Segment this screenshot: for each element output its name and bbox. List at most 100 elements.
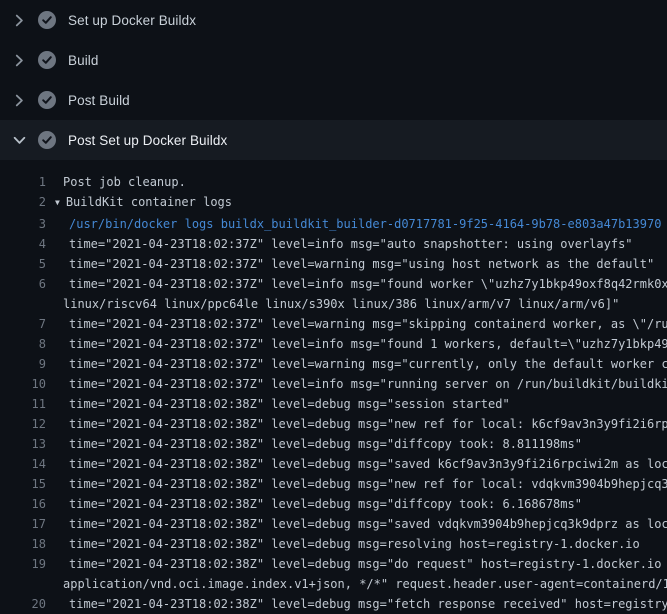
line-number[interactable]: 3 bbox=[0, 214, 46, 234]
log-viewer: 1 Post job cleanup. 2 ▼ BuildKit containe… bbox=[0, 160, 667, 614]
log-text: time="2021-04-23T18:02:38Z" level=debug … bbox=[69, 497, 582, 511]
log-text: time="2021-04-23T18:02:37Z" level=info m… bbox=[69, 237, 633, 251]
line-number[interactable] bbox=[0, 574, 46, 594]
line-number[interactable]: 14 bbox=[0, 454, 46, 474]
log-line-content: time="2021-04-23T18:02:37Z" level=info m… bbox=[46, 274, 667, 294]
log-group-label[interactable]: BuildKit container logs bbox=[66, 195, 232, 209]
log-text: time="2021-04-23T18:02:37Z" level=info m… bbox=[69, 377, 667, 391]
line-number[interactable]: 15 bbox=[0, 474, 46, 494]
log-line-content: time="2021-04-23T18:02:38Z" level=debug … bbox=[46, 534, 640, 554]
line-number[interactable]: 6 bbox=[0, 274, 46, 294]
check-circle-icon bbox=[37, 50, 57, 70]
line-number[interactable]: 13 bbox=[0, 434, 46, 454]
line-number[interactable]: 8 bbox=[0, 334, 46, 354]
chevron-right-icon bbox=[13, 54, 25, 66]
log-text: time="2021-04-23T18:02:38Z" level=debug … bbox=[69, 537, 640, 551]
line-number[interactable]: 1 bbox=[0, 172, 46, 192]
log-line-content: time="2021-04-23T18:02:38Z" level=debug … bbox=[46, 474, 667, 494]
log-line-content: linux/riscv64 linux/ppc64le linux/s390x … bbox=[46, 294, 619, 314]
line-number[interactable]: 20 bbox=[0, 594, 46, 614]
log-line: 11 time="2021-04-23T18:02:38Z" level=deb… bbox=[0, 394, 667, 414]
log-line: 9 time="2021-04-23T18:02:37Z" level=warn… bbox=[0, 354, 667, 374]
chevron-down-icon bbox=[13, 134, 25, 146]
log-text: time="2021-04-23T18:02:38Z" level=debug … bbox=[69, 597, 667, 611]
log-line: 15 time="2021-04-23T18:02:38Z" level=deb… bbox=[0, 474, 667, 494]
log-line: 20 time="2021-04-23T18:02:38Z" level=deb… bbox=[0, 594, 667, 614]
step-label: Post Build bbox=[68, 93, 130, 108]
log-line-content: time="2021-04-23T18:02:37Z" level=info m… bbox=[46, 234, 633, 254]
log-text: time="2021-04-23T18:02:38Z" level=debug … bbox=[69, 437, 582, 451]
collapse-caret-icon[interactable]: ▼ bbox=[55, 193, 60, 213]
line-number[interactable]: 2 bbox=[0, 192, 46, 214]
log-line: 2 ▼ BuildKit container logs bbox=[0, 192, 667, 214]
line-number[interactable]: 10 bbox=[0, 374, 46, 394]
log-line-content: time="2021-04-23T18:02:38Z" level=debug … bbox=[46, 454, 667, 474]
log-text: time="2021-04-23T18:02:38Z" level=debug … bbox=[69, 557, 667, 571]
step-row-set-up-docker-buildx[interactable]: Set up Docker Buildx bbox=[0, 0, 667, 40]
log-line: 6 time="2021-04-23T18:02:37Z" level=info… bbox=[0, 274, 667, 294]
log-line: 16 time="2021-04-23T18:02:38Z" level=deb… bbox=[0, 494, 667, 514]
log-line: 18 time="2021-04-23T18:02:38Z" level=deb… bbox=[0, 534, 667, 554]
log-line-content: time="2021-04-23T18:02:38Z" level=debug … bbox=[46, 394, 510, 414]
log-line-content: /usr/bin/docker logs buildx_buildkit_bui… bbox=[46, 214, 661, 234]
log-line-content: Post job cleanup. bbox=[46, 172, 186, 192]
line-number[interactable]: 9 bbox=[0, 354, 46, 374]
log-line: 14 time="2021-04-23T18:02:38Z" level=deb… bbox=[0, 454, 667, 474]
log-line-content: time="2021-04-23T18:02:38Z" level=debug … bbox=[46, 494, 582, 514]
line-number[interactable]: 18 bbox=[0, 534, 46, 554]
log-text: time="2021-04-23T18:02:37Z" level=info m… bbox=[69, 337, 667, 351]
log-line: 12 time="2021-04-23T18:02:38Z" level=deb… bbox=[0, 414, 667, 434]
log-line-content: time="2021-04-23T18:02:37Z" level=warnin… bbox=[46, 354, 667, 374]
log-line: 5 time="2021-04-23T18:02:37Z" level=warn… bbox=[0, 254, 667, 274]
steps-list: Set up Docker Buildx Build Post Buil bbox=[0, 0, 667, 160]
check-circle-icon bbox=[37, 90, 57, 110]
log-text: time="2021-04-23T18:02:37Z" level=warnin… bbox=[69, 317, 667, 331]
log-text: time="2021-04-23T18:02:38Z" level=debug … bbox=[69, 477, 667, 491]
line-number[interactable]: 16 bbox=[0, 494, 46, 514]
log-line-content: time="2021-04-23T18:02:38Z" level=debug … bbox=[46, 554, 667, 574]
line-number[interactable]: 17 bbox=[0, 514, 46, 534]
chevron-right-icon bbox=[13, 14, 25, 26]
log-line-content: time="2021-04-23T18:02:37Z" level=info m… bbox=[46, 374, 667, 394]
line-number[interactable]: 5 bbox=[0, 254, 46, 274]
log-line-content: application/vnd.oci.image.index.v1+json,… bbox=[46, 574, 667, 594]
log-line-content: time="2021-04-23T18:02:38Z" level=debug … bbox=[46, 514, 667, 534]
log-text: time="2021-04-23T18:02:38Z" level=debug … bbox=[69, 417, 667, 431]
log-line-content: time="2021-04-23T18:02:37Z" level=info m… bbox=[46, 334, 667, 354]
log-line: 10 time="2021-04-23T18:02:37Z" level=inf… bbox=[0, 374, 667, 394]
command-text: /usr/bin/docker logs buildx_buildkit_bui… bbox=[69, 217, 661, 231]
log-line-content: ▼ BuildKit container logs bbox=[46, 192, 232, 214]
log-text: application/vnd.oci.image.index.v1+json,… bbox=[63, 577, 667, 591]
log-line: 3 /usr/bin/docker logs buildx_buildkit_b… bbox=[0, 214, 667, 234]
log-text: time="2021-04-23T18:02:37Z" level=warnin… bbox=[69, 357, 667, 371]
line-number[interactable]: 11 bbox=[0, 394, 46, 414]
log-line: 17 time="2021-04-23T18:02:38Z" level=deb… bbox=[0, 514, 667, 534]
line-number[interactable]: 12 bbox=[0, 414, 46, 434]
step-row-post-build[interactable]: Post Build bbox=[0, 80, 667, 120]
log-line: linux/riscv64 linux/ppc64le linux/s390x … bbox=[0, 294, 667, 314]
line-number[interactable]: 7 bbox=[0, 314, 46, 334]
log-line-content: time="2021-04-23T18:02:37Z" level=warnin… bbox=[46, 314, 667, 334]
log-text: time="2021-04-23T18:02:38Z" level=debug … bbox=[69, 517, 667, 531]
line-number[interactable]: 19 bbox=[0, 554, 46, 574]
log-text: time="2021-04-23T18:02:38Z" level=debug … bbox=[69, 457, 667, 471]
log-line: 7 time="2021-04-23T18:02:37Z" level=warn… bbox=[0, 314, 667, 334]
log-text: Post job cleanup. bbox=[63, 175, 186, 189]
step-row-post-set-up-docker-buildx[interactable]: Post Set up Docker Buildx bbox=[0, 120, 667, 160]
step-row-build[interactable]: Build bbox=[0, 40, 667, 80]
line-number[interactable] bbox=[0, 294, 46, 314]
log-line-content: time="2021-04-23T18:02:38Z" level=debug … bbox=[46, 594, 667, 614]
log-text: time="2021-04-23T18:02:38Z" level=debug … bbox=[69, 397, 510, 411]
line-number[interactable]: 4 bbox=[0, 234, 46, 254]
log-text: time="2021-04-23T18:02:37Z" level=info m… bbox=[69, 277, 667, 291]
log-text: time="2021-04-23T18:02:37Z" level=warnin… bbox=[69, 257, 654, 271]
log-line-content: time="2021-04-23T18:02:38Z" level=debug … bbox=[46, 414, 667, 434]
log-text: linux/riscv64 linux/ppc64le linux/s390x … bbox=[63, 297, 619, 311]
log-line-content: time="2021-04-23T18:02:38Z" level=debug … bbox=[46, 434, 582, 454]
log-line: 8 time="2021-04-23T18:02:37Z" level=info… bbox=[0, 334, 667, 354]
step-label: Set up Docker Buildx bbox=[68, 13, 196, 28]
check-circle-icon bbox=[37, 130, 57, 150]
log-line: 4 time="2021-04-23T18:02:37Z" level=info… bbox=[0, 234, 667, 254]
step-label: Post Set up Docker Buildx bbox=[68, 133, 227, 148]
chevron-right-icon bbox=[13, 94, 25, 106]
